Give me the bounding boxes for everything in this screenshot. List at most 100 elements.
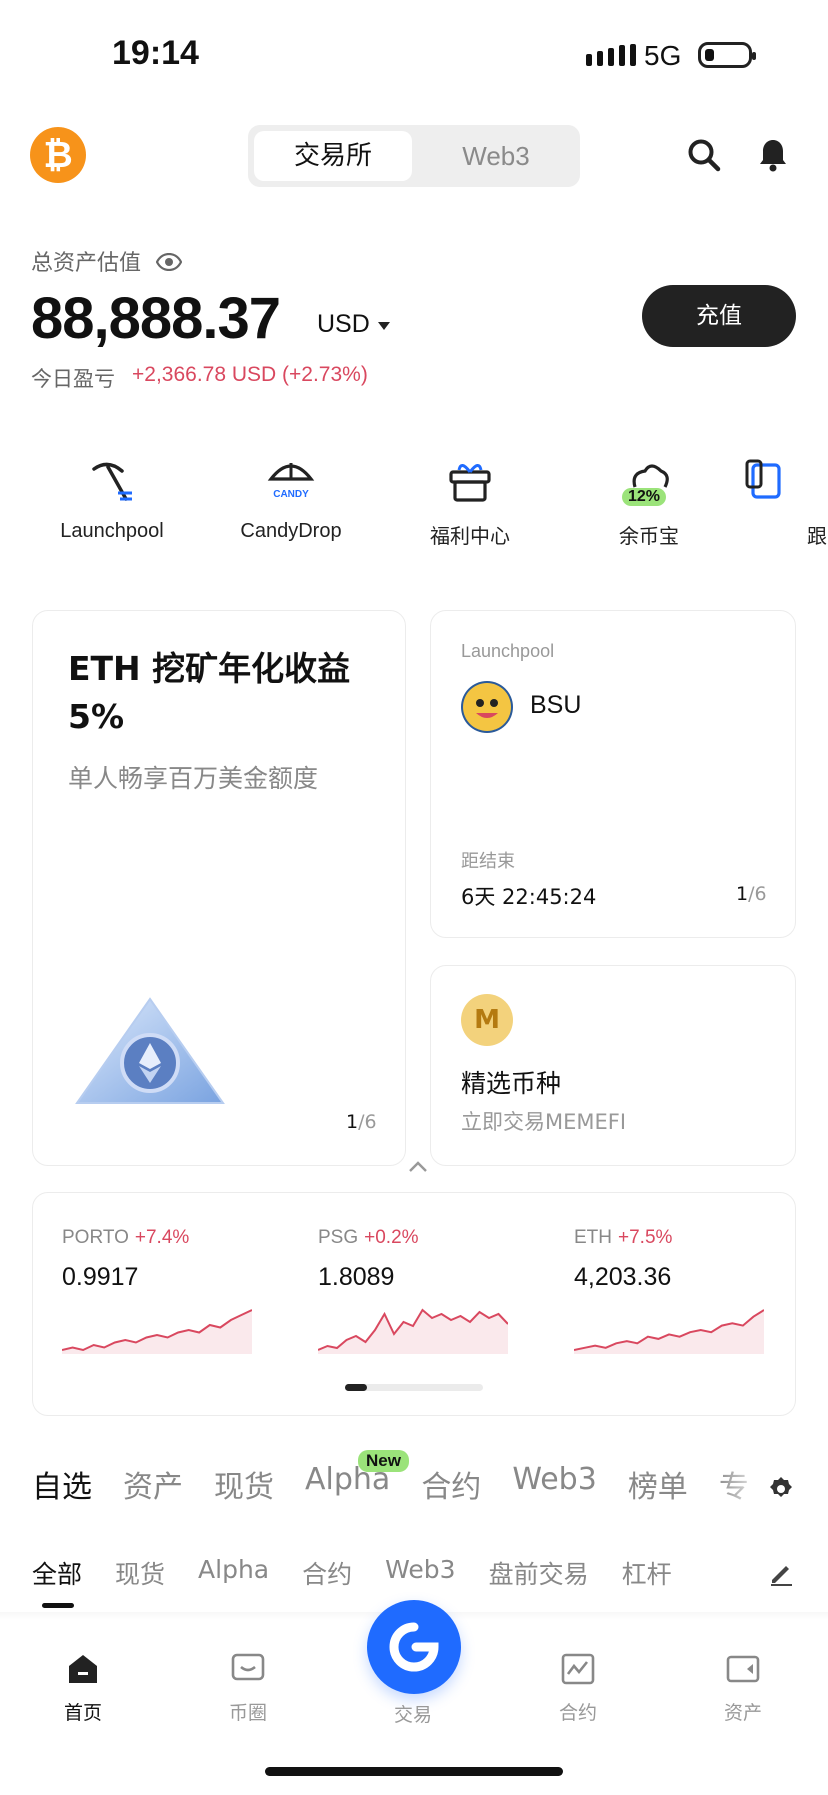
subtab-web3[interactable]: Web3 — [385, 1555, 455, 1591]
nav-label: 币圈 — [228, 1702, 267, 1724]
pnl-label: 今日盈亏 — [31, 367, 115, 391]
pnl-value: +2,366.78 USD (+2.73%) — [132, 363, 368, 386]
nav-label: 首页 — [63, 1702, 102, 1724]
parachute-icon: CANDY — [206, 452, 376, 510]
settings-gear-icon[interactable] — [768, 1476, 794, 1506]
eth-pyramid-illustration — [75, 995, 225, 1111]
launchpool-card-label: Launchpool — [461, 641, 555, 661]
copy-trade-icon — [743, 452, 828, 510]
bell-icon[interactable] — [757, 138, 789, 176]
savings-rate-badge: 12% — [622, 488, 667, 506]
market-change: +0.2% — [364, 1227, 419, 1248]
market-item-eth[interactable]: ETH +7.5% 4,203.36 — [574, 1227, 774, 1354]
nav-assets[interactable]: 资产 — [693, 1652, 793, 1725]
total-amount: 88,888.37 — [31, 286, 281, 351]
nav-label: 合约 — [558, 1702, 597, 1724]
market-change: +7.5% — [618, 1227, 673, 1248]
home-icon — [69, 1655, 97, 1683]
bsu-token-avatar — [461, 681, 513, 733]
market-name: PORTO — [62, 1227, 129, 1248]
quick-action-label: 福利中心 — [430, 526, 510, 548]
tab-web3[interactable]: Web3 — [418, 131, 574, 181]
launchpool-token-name: BSU — [530, 691, 582, 719]
currency-selector[interactable]: USD — [317, 310, 370, 339]
search-icon[interactable] — [687, 138, 721, 176]
tab-favorites[interactable]: 自选 — [32, 1462, 92, 1506]
featured-coin-card[interactable]: M 精选币种 立即交易MEMEFI — [430, 965, 796, 1166]
subtab-futures[interactable]: 合约 — [302, 1555, 352, 1591]
tab-spot[interactable]: 现货 — [214, 1462, 274, 1506]
market-name: PSG — [318, 1227, 359, 1248]
featured-title: 精选币种 — [461, 1069, 562, 1098]
cloud-coin-icon: 12% — [564, 452, 734, 510]
launchpool-pager: 1/6 — [736, 883, 767, 905]
subtab-margin[interactable]: 杠杆 — [622, 1555, 672, 1591]
quick-action-label: Launchpool — [60, 520, 164, 542]
featured-subtitle: 立即交易MEMEFI — [461, 1110, 627, 1134]
nav-home[interactable]: 首页 — [33, 1652, 133, 1725]
deposit-button[interactable]: 充值 — [642, 285, 796, 347]
tabs-fade — [716, 1455, 766, 1515]
tab-web3[interactable]: Web3 — [512, 1462, 597, 1506]
quick-action-label: CandyDrop — [240, 520, 342, 542]
carousel-indicator — [345, 1384, 483, 1391]
trade-icon — [389, 1622, 439, 1672]
signal-icon — [586, 44, 636, 70]
nav-community[interactable]: 币圈 — [198, 1652, 298, 1725]
market-strip: PORTO +7.4% 0.9917 PSG +0.2% 1.8089 ETH +7.… — [32, 1192, 796, 1416]
tab-assets[interactable]: 资产 — [123, 1462, 183, 1506]
subtab-all[interactable]: 全部 — [32, 1555, 82, 1591]
secondary-tabs: 全部 现货 Alpha 合约 Web3 盘前交易 杠杆 — [32, 1555, 705, 1591]
gift-icon — [385, 452, 555, 510]
mode-switch: 交易所 Web3 — [248, 125, 580, 187]
primary-tabs: 自选 资产 现货 Alpha 合约 Web3 榜单 专 — [32, 1462, 780, 1506]
subtab-premarket[interactable]: 盘前交易 — [489, 1555, 589, 1591]
sparkline-area — [318, 1310, 508, 1354]
caret-down-icon[interactable] — [378, 322, 390, 330]
countdown-timer: 6天 22:45:24 — [461, 885, 597, 909]
market-price: 0.9917 — [62, 1263, 139, 1291]
quick-action-label: 余币宝 — [619, 526, 679, 548]
status-time: 19:14 — [112, 34, 199, 72]
tab-futures[interactable]: 合约 — [421, 1462, 481, 1506]
market-item-psg[interactable]: PSG +0.2% 1.8089 — [318, 1227, 518, 1354]
launchpool-card[interactable]: Launchpool BSU 距结束 6天 22:45:24 1/6 — [430, 610, 796, 938]
wallet-icon — [726, 1655, 760, 1683]
nav-futures[interactable]: 合约 — [528, 1652, 628, 1725]
sparkline-eth — [574, 1309, 764, 1354]
pickaxe-icon — [27, 452, 197, 510]
total-assets-label: 总资产估值 — [31, 245, 183, 277]
home-indicator — [265, 1767, 563, 1776]
trade-fab-button[interactable] — [367, 1600, 461, 1694]
promo-card[interactable]: ETH 挖矿年化收益 5% 单人畅享百万美金额度 1/6 — [32, 610, 406, 1166]
quick-action-savings[interactable]: 12% 余币宝 — [564, 452, 734, 549]
tab-alpha[interactable]: Alpha — [305, 1462, 390, 1506]
quick-action-candydrop[interactable]: CANDY CandyDrop — [206, 452, 376, 543]
memefi-coin-icon: M — [461, 994, 513, 1046]
svg-text:CANDY: CANDY — [273, 489, 309, 500]
chat-icon — [231, 1653, 265, 1681]
market-name: ETH — [574, 1227, 612, 1248]
sparkline-porto — [62, 1309, 252, 1354]
quick-action-launchpool[interactable]: Launchpool — [27, 452, 197, 543]
market-price: 1.8089 — [318, 1263, 395, 1291]
subtab-spot[interactable]: 现货 — [115, 1555, 165, 1591]
nav-label: 资产 — [723, 1702, 762, 1724]
eye-icon[interactable] — [155, 252, 183, 277]
nav-label: 交易 — [393, 1704, 432, 1726]
network-label: 5G — [644, 40, 682, 71]
chevron-up-icon[interactable] — [408, 1158, 428, 1177]
tab-rankings[interactable]: 榜单 — [628, 1462, 688, 1506]
futures-icon — [561, 1653, 595, 1685]
subtab-alpha[interactable]: Alpha — [198, 1555, 269, 1591]
bitcoin-logo[interactable]: ₿ — [30, 127, 86, 183]
sparkline-psg — [318, 1308, 508, 1354]
quick-action-welfare[interactable]: 福利中心 — [385, 452, 555, 549]
battery-icon — [698, 42, 756, 68]
edit-pencil-icon[interactable] — [768, 1560, 794, 1590]
quick-action-copytrade[interactable]: 跟 — [743, 452, 828, 549]
market-item-porto[interactable]: PORTO +7.4% 0.9917 — [62, 1227, 262, 1354]
tab-exchange[interactable]: 交易所 — [254, 131, 412, 181]
nav-trade-label[interactable]: 交易 — [363, 1700, 463, 1727]
ends-in-label: 距结束 — [461, 851, 515, 872]
